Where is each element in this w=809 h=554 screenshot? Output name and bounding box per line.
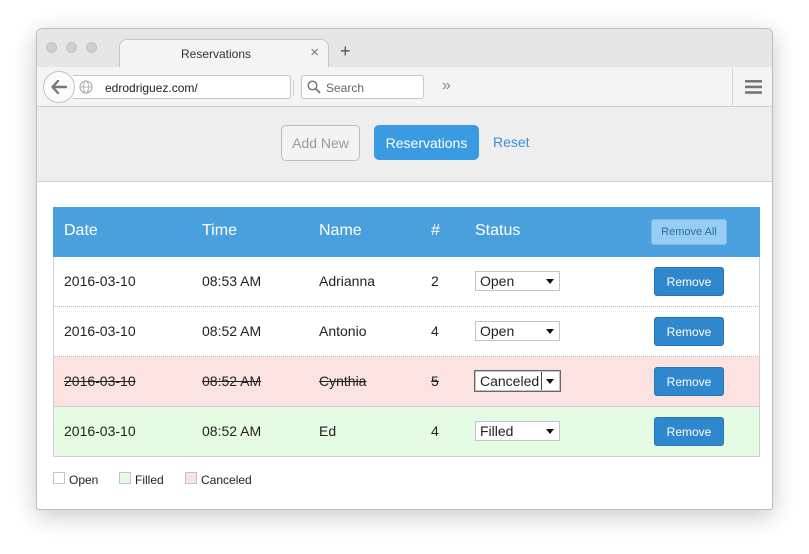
overflow-chevron-icon[interactable]: » [442,77,451,95]
row-name: Cynthia [319,373,367,389]
legend-label: Open [69,473,99,487]
hamburger-menu-icon[interactable] [745,80,762,99]
back-arrow-icon [51,80,67,94]
url-divider [293,80,294,96]
row-count: 4 [431,323,439,339]
legend-swatch [53,472,65,484]
navigation-bar: edrodriguez.com/ Search » [37,67,772,107]
url-text: edrodriguez.com/ [105,81,198,95]
header-status: Status [475,222,521,239]
header-count: # [431,222,440,239]
browser-window: Reservations × + edrodriguez.com/ Search… [36,28,773,510]
add-new-button[interactable]: Add New [281,125,360,161]
search-icon [307,80,321,99]
menu-divider [732,67,733,107]
remove-button[interactable]: Remove [654,267,724,296]
row-time: 08:52 AM [202,423,262,439]
dropdown-caret-icon [546,279,554,284]
tab-reservations[interactable]: Reservations × [119,39,329,68]
tab-strip: Reservations × + [37,29,772,68]
legend-label: Canceled [201,473,252,487]
status-value: Open [480,273,515,289]
table-row: 2016-03-10 08:52 AM Ed 4 Filled Remove [53,407,760,457]
row-name: Antonio [319,323,367,339]
dropdown-caret-icon [546,429,554,434]
remove-button[interactable]: Remove [654,367,724,396]
table-row: 2016-03-10 08:52 AM Antonio 4 Open Remov… [53,307,760,357]
row-name: Ed [319,423,337,439]
table-row: 2016-03-10 08:53 AM Adrianna 2 Open Remo… [53,257,760,307]
tab-close-icon[interactable]: × [310,44,319,62]
new-tab-button[interactable]: + [340,41,351,61]
reset-link[interactable]: Reset [493,134,530,150]
status-select[interactable]: Open [475,271,560,291]
row-name: Adrianna [319,273,376,289]
minimize-window-button[interactable] [66,42,77,53]
back-button[interactable] [43,71,75,103]
status-value: Filled [480,423,514,439]
row-time: 08:52 AM [202,323,262,339]
row-count: 4 [431,423,439,439]
status-select[interactable]: Canceled [474,370,561,392]
tab-title: Reservations [180,47,252,61]
dropdown-divider [541,372,542,390]
row-time: 08:53 AM [202,273,262,289]
status-value: Open [480,323,515,339]
row-date: 2016-03-10 [64,423,136,439]
table-header: Date Time Name # Status Remove All [53,207,760,257]
row-date: 2016-03-10 [64,323,136,339]
header-date: Date [64,222,98,239]
search-placeholder: Search [326,81,365,95]
dropdown-caret-icon [546,329,554,334]
remove-button[interactable]: Remove [654,417,724,446]
header-time: Time [202,222,237,239]
row-time: 08:52 AM [202,373,262,389]
globe-icon [79,80,93,99]
row-date: 2016-03-10 [64,273,136,289]
app-toolbar: Add New Reservations Reset [37,107,772,182]
legend-label: Filled [135,473,164,487]
dropdown-caret-icon [546,379,554,384]
row-date: 2016-03-10 [64,373,136,389]
remove-all-button[interactable]: Remove All [651,219,727,245]
row-count: 5 [431,373,439,389]
address-bar[interactable]: edrodriguez.com/ [73,75,314,99]
reservations-table: Date Time Name # Status Remove All 2016-… [53,207,760,457]
search-input[interactable]: Search [301,75,424,99]
table-row: 2016-03-10 08:52 AM Cynthia 5 Canceled R… [53,357,760,407]
header-name: Name [319,222,362,239]
legend-swatch [185,472,197,484]
legend-swatch [119,472,131,484]
status-value: Canceled [480,373,540,389]
status-select[interactable]: Filled [475,421,560,441]
status-select[interactable]: Open [475,321,560,341]
row-count: 2 [431,273,439,289]
close-window-button[interactable] [46,42,57,53]
maximize-window-button[interactable] [86,42,97,53]
reservations-button[interactable]: Reservations [374,125,479,160]
remove-button[interactable]: Remove [654,317,724,346]
